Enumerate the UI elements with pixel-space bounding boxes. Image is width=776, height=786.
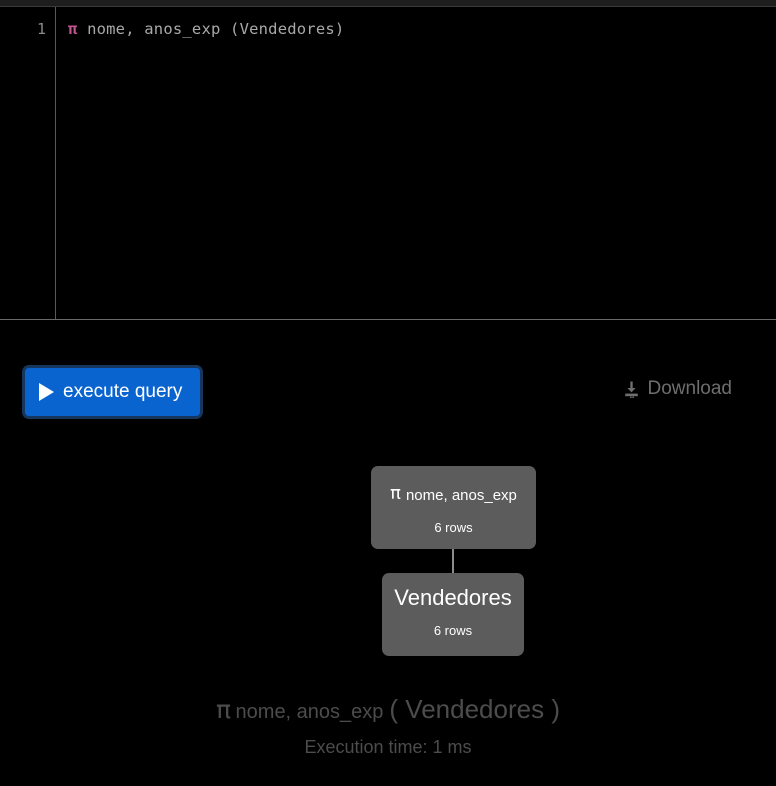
- editor-gutter: 1: [0, 7, 56, 319]
- query-plan-graph: π nome, anos_exp 6 rows Vendedores 6 row…: [0, 466, 776, 656]
- code-line-text: nome, anos_exp (Vendedores): [77, 20, 345, 38]
- formula-attributes: nome, anos_exp: [235, 701, 384, 723]
- graph-edge-connector: [452, 549, 454, 573]
- download-label: Download: [647, 378, 733, 399]
- play-icon: [39, 383, 54, 401]
- projection-node-operator: π: [390, 483, 401, 504]
- formula-expression: π nome, anos_exp( Vendedores ): [0, 694, 776, 725]
- download-icon: [622, 380, 641, 399]
- download-button[interactable]: Download: [622, 378, 733, 400]
- execute-query-button[interactable]: execute query: [22, 365, 204, 419]
- execute-query-label: execute query: [63, 381, 183, 402]
- projection-node-rowcount: 6 rows: [434, 520, 473, 535]
- code-line-1: π nome, anos_exp (Vendedores): [68, 19, 776, 39]
- relation-node-rowcount: 6 rows: [433, 623, 473, 638]
- query-caption: π nome, anos_exp( Vendedores ) Execution…: [0, 694, 776, 758]
- query-toolbar: execute query Download: [0, 365, 776, 419]
- projection-operator-token: π: [68, 20, 78, 38]
- formula-operator: π: [216, 695, 232, 724]
- projection-node-attributes: nome, anos_exp: [405, 487, 517, 504]
- graph-node-projection[interactable]: π nome, anos_exp 6 rows: [371, 466, 536, 549]
- graph-node-relation[interactable]: Vendedores 6 rows: [382, 573, 524, 656]
- projection-node-title: π nome, anos_exp: [371, 483, 536, 507]
- execution-time-label: Execution time: 1 ms: [304, 737, 472, 757]
- relation-node-title: Vendedores: [394, 585, 512, 610]
- line-number: 1: [36, 20, 46, 38]
- formula-relation: ( Vendedores ): [389, 694, 560, 724]
- editor-code-area[interactable]: π nome, anos_exp (Vendedores): [56, 7, 776, 319]
- query-editor[interactable]: 1 π nome, anos_exp (Vendedores): [0, 6, 776, 320]
